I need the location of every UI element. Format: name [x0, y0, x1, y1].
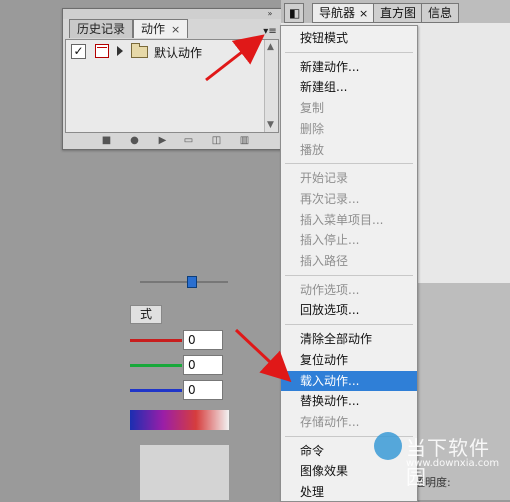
arrow-to-load-action — [234, 328, 292, 383]
arrow-to-menu-icon — [205, 34, 265, 82]
annotation-arrows — [205, 34, 292, 383]
